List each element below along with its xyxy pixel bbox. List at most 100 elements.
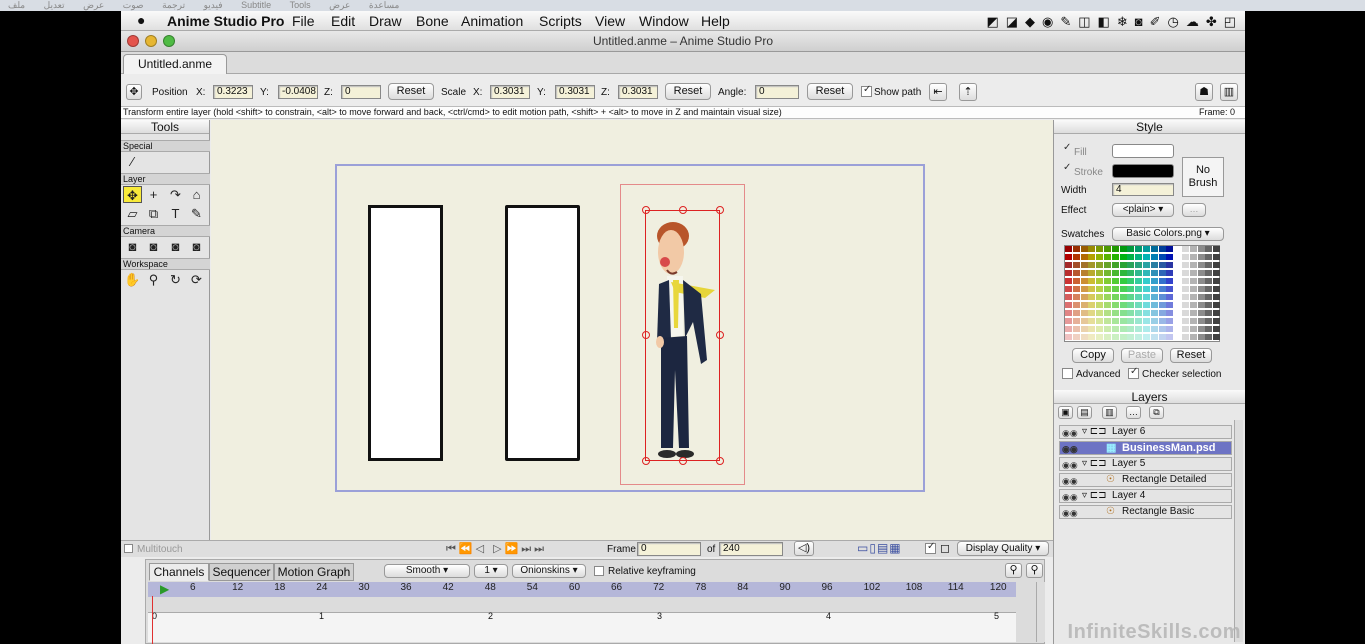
color-swatch[interactable]	[1174, 246, 1182, 252]
color-swatch[interactable]	[1182, 334, 1189, 340]
color-swatch[interactable]	[1189, 254, 1197, 260]
color-swatch[interactable]	[1182, 254, 1189, 260]
color-swatch[interactable]	[1104, 334, 1111, 340]
color-swatch[interactable]	[1135, 302, 1143, 308]
visibility-icon[interactable]: ◉◉	[1062, 459, 1078, 471]
color-swatch[interactable]	[1150, 302, 1158, 308]
color-swatch[interactable]	[1135, 326, 1143, 332]
color-swatch[interactable]	[1174, 326, 1182, 332]
color-swatch[interactable]	[1104, 262, 1111, 268]
color-swatch[interactable]	[1143, 254, 1150, 260]
color-swatch[interactable]	[1213, 270, 1221, 276]
color-swatch[interactable]	[1166, 254, 1174, 260]
color-swatch[interactable]	[1111, 302, 1119, 308]
color-swatch[interactable]	[1072, 334, 1080, 340]
color-swatch[interactable]	[1143, 318, 1150, 324]
color-swatch[interactable]	[1088, 294, 1096, 300]
color-swatch[interactable]	[1127, 254, 1135, 260]
color-swatch[interactable]	[1166, 310, 1174, 316]
color-swatch[interactable]	[1080, 318, 1088, 324]
color-swatch[interactable]	[1182, 294, 1189, 300]
color-swatch[interactable]	[1174, 302, 1182, 308]
color-swatch[interactable]	[1158, 254, 1166, 260]
color-swatch[interactable]	[1150, 318, 1158, 324]
color-swatch[interactable]	[1158, 326, 1166, 332]
color-swatch[interactable]	[1189, 246, 1197, 252]
color-swatch[interactable]	[1096, 246, 1104, 252]
display-quality-dropdown[interactable]: Display Quality ▾	[957, 541, 1049, 556]
color-swatch[interactable]	[1197, 262, 1205, 268]
color-swatch[interactable]	[1080, 254, 1088, 260]
color-swatch[interactable]	[1088, 286, 1096, 292]
menu-window[interactable]: Window	[639, 13, 689, 29]
color-swatch[interactable]	[1197, 302, 1205, 308]
color-swatch[interactable]	[1197, 278, 1205, 284]
color-swatch[interactable]	[1158, 294, 1166, 300]
fill-checkbox[interactable]	[1062, 142, 1073, 156]
checker-selection-checkbox[interactable]	[1128, 366, 1139, 379]
multitouch-checkbox[interactable]	[124, 544, 133, 553]
color-swatch[interactable]	[1111, 246, 1119, 252]
menu-view[interactable]: View	[595, 13, 625, 29]
color-swatch[interactable]	[1096, 334, 1104, 340]
color-swatch[interactable]	[1088, 310, 1096, 316]
visibility-icon[interactable]: ◉◉	[1062, 475, 1078, 487]
transform-handle[interactable]	[679, 457, 687, 465]
menu-draw[interactable]: Draw	[369, 13, 402, 29]
color-swatch[interactable]	[1127, 270, 1135, 276]
color-swatch[interactable]	[1119, 334, 1127, 340]
audio-icon[interactable]: ◁)	[794, 541, 814, 556]
color-swatch[interactable]	[1088, 318, 1096, 324]
host-menu-item[interactable]: مساعدة	[369, 0, 399, 10]
color-swatch[interactable]	[1072, 254, 1080, 260]
color-swatch[interactable]	[1150, 270, 1158, 276]
color-swatch[interactable]	[1104, 254, 1111, 260]
scale-y-field[interactable]: 0.3031	[555, 85, 595, 99]
color-swatch[interactable]	[1104, 246, 1111, 252]
layer-row[interactable]: ◉◉ ▿ ⊏⊐ Layer 4	[1059, 489, 1232, 503]
color-swatch[interactable]	[1166, 278, 1174, 284]
color-swatch[interactable]	[1150, 254, 1158, 260]
color-swatch[interactable]	[1150, 286, 1158, 292]
color-swatch[interactable]	[1088, 334, 1096, 340]
track-camera-icon[interactable]: ◙	[123, 238, 142, 255]
color-swatch[interactable]	[1166, 270, 1174, 276]
menu-edit[interactable]: Edit	[331, 13, 355, 29]
color-swatch[interactable]	[1080, 310, 1088, 316]
frame-field[interactable]: 0	[637, 542, 701, 556]
color-swatch[interactable]	[1205, 318, 1213, 324]
color-swatch[interactable]	[1119, 302, 1127, 308]
canvas[interactable]	[211, 120, 1053, 540]
color-swatch[interactable]	[1065, 246, 1072, 252]
show-path-checkbox[interactable]	[861, 84, 872, 97]
hand-icon[interactable]: ✋	[123, 271, 142, 288]
menu-help[interactable]: Help	[701, 13, 730, 29]
magic-wand-icon[interactable]: ⁄	[123, 153, 142, 170]
color-swatch[interactable]	[1072, 246, 1080, 252]
color-swatch[interactable]	[1104, 286, 1111, 292]
tab-sequencer[interactable]: Sequencer	[209, 563, 274, 581]
layers-scrollbar[interactable]	[1234, 420, 1243, 642]
antialias-checkbox[interactable]	[925, 541, 936, 554]
visibility-icon[interactable]: ◉◉	[1062, 427, 1078, 439]
color-swatch[interactable]	[1135, 270, 1143, 276]
color-swatch[interactable]	[1111, 326, 1119, 332]
color-swatch[interactable]	[1080, 302, 1088, 308]
layer-row[interactable]: ◉◉ ▦ BusinessMan.psd	[1059, 441, 1232, 455]
align-left-icon[interactable]: ⇤	[929, 83, 947, 101]
zoom-in-icon[interactable]: ⚲	[1026, 563, 1043, 578]
color-swatch[interactable]	[1080, 286, 1088, 292]
color-swatch[interactable]	[1143, 310, 1150, 316]
color-swatch[interactable]	[1182, 246, 1189, 252]
color-swatch[interactable]	[1174, 294, 1182, 300]
color-swatch[interactable]	[1158, 302, 1166, 308]
color-swatch[interactable]	[1213, 286, 1221, 292]
color-swatch[interactable]	[1096, 294, 1104, 300]
color-swatch[interactable]	[1104, 302, 1111, 308]
color-swatch[interactable]	[1158, 334, 1166, 340]
color-swatch[interactable]	[1158, 278, 1166, 284]
position-y-field[interactable]: -0.0408	[278, 85, 318, 99]
color-swatch[interactable]	[1119, 246, 1127, 252]
minimize-button[interactable]	[145, 35, 157, 47]
library-icon[interactable]: ▥	[1220, 83, 1238, 101]
